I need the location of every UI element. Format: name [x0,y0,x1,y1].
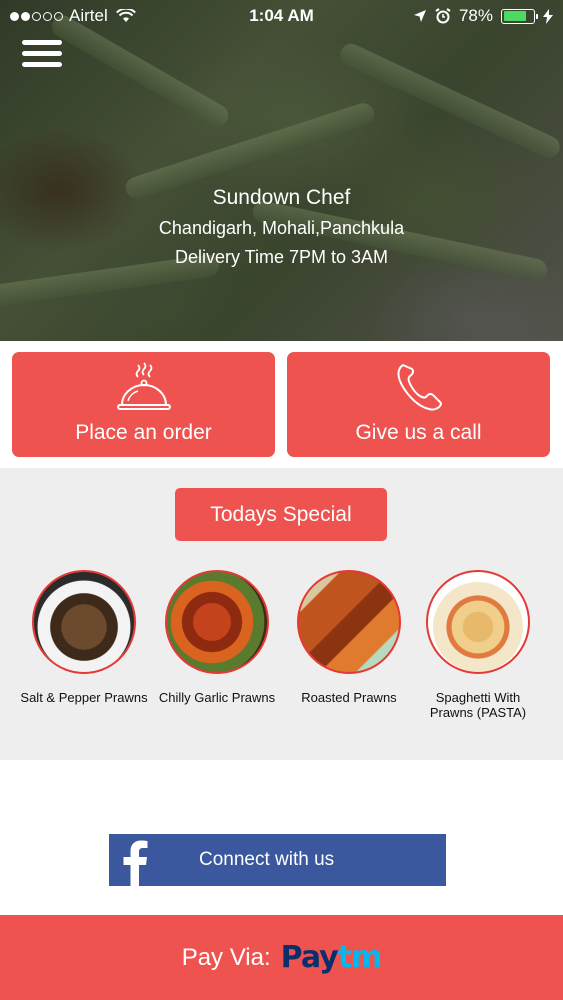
special-item-name: Chilly Garlic Prawns [158,690,276,705]
special-item-salt-pepper-prawns[interactable]: Salt & Pepper Prawns [19,570,149,705]
special-item-name: Spaghetti With Prawns (PASTA) [429,690,527,720]
dish-image [297,570,401,674]
facebook-connect-label: Connect with us [199,849,335,870]
hero-banner [0,0,563,341]
special-item-name: Salt & Pepper Prawns [20,690,148,705]
battery-icon [501,8,538,24]
dish-image [426,570,530,674]
phone-icon [397,364,442,411]
service-cities: Chandigarh, Mohali,Panchkula [158,218,405,238]
cloche-icon [116,362,171,410]
signal-strength-icon [10,11,63,21]
todays-special-button[interactable]: Todays Special [175,488,387,541]
delivery-time: Delivery Time 7PM to 3AM [174,247,389,267]
place-order-button[interactable]: Place an order [12,352,275,457]
dish-image [32,570,136,674]
menu-hamburger-icon[interactable] [22,40,62,70]
pay-via-label: Pay Via: [181,943,271,971]
dish-image [165,570,269,674]
battery-percent: 78% [458,6,493,25]
give-call-label: Give us a call [355,421,482,444]
status-bar: Airtel 1:04 AM 78% [0,0,563,32]
facebook-connect-button[interactable]: Connect with us [109,834,446,886]
wifi-icon [115,9,136,22]
special-item-chilly-garlic-prawns[interactable]: Chilly Garlic Prawns [152,570,282,705]
place-order-label: Place an order [75,421,212,444]
give-call-button[interactable]: Give us a call [287,352,550,457]
special-item-roasted-prawns[interactable]: Roasted Prawns [284,570,414,705]
hero-info: Sundown Chef Chandigarh, Mohali,Panchkul… [0,186,563,268]
special-item-spaghetti-with-prawns[interactable]: Spaghetti With Prawns (PASTA) [413,570,543,720]
facebook-icon [109,834,161,886]
pay-via-paytm-button[interactable]: Pay Via: Paytm [0,915,563,1000]
todays-special-section: Todays Special Salt & Pepper Prawns Chil… [0,468,563,760]
paytm-logo: Paytm [280,940,383,975]
carrier-name: Airtel [69,6,108,25]
charging-icon [543,8,553,24]
brand-name: Sundown Chef [212,186,351,209]
location-arrow-icon [413,10,426,22]
alarm-icon [435,8,451,24]
special-item-name: Roasted Prawns [301,690,397,705]
action-buttons: Place an order Give us a call [12,352,550,457]
